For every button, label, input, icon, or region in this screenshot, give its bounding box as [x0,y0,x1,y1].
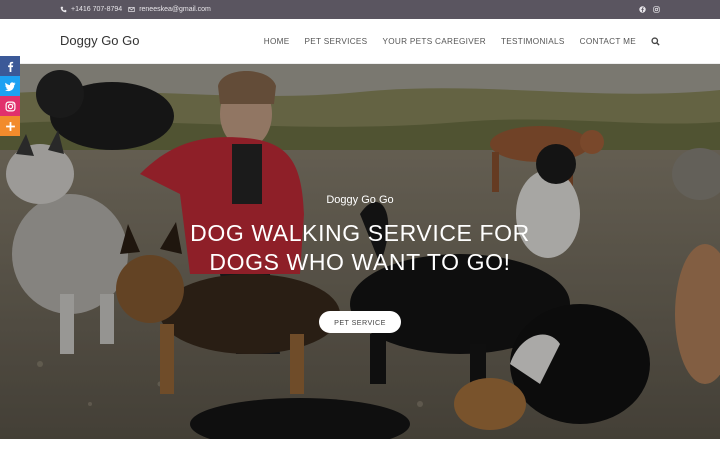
share-facebook-button[interactable] [0,56,20,76]
nav-home[interactable]: HOME [264,37,290,46]
share-twitter-button[interactable] [0,76,20,96]
hero-subtitle: Doggy Go Go [326,194,394,206]
nav-your-pets-caregiver[interactable]: YOUR PETS CAREGIVER [382,37,486,46]
envelope-icon [128,7,135,12]
share-instagram-button[interactable] [0,96,20,116]
main-navigation: HOME PET SERVICES YOUR PETS CAREGIVER TE… [249,19,660,64]
email-contact[interactable]: reneeskea@gmail.com [128,6,211,13]
contact-info: +1416 707-8794 reneeskea@gmail.com [60,0,211,19]
hero-headline-line-2: DOGS WHO WANT TO GO! [209,249,511,275]
phone-icon [60,6,67,13]
search-button[interactable] [651,37,660,46]
site-logo[interactable]: Doggy Go Go [60,33,140,48]
pet-service-button[interactable]: PET SERVICE [319,311,401,333]
topbar-social [639,0,660,19]
facebook-icon [7,61,13,72]
instagram-icon [4,100,16,112]
facebook-icon[interactable] [639,6,646,13]
share-more-button[interactable] [0,116,20,136]
instagram-icon[interactable] [653,6,660,13]
hero-headline-line-1: DOG WALKING SERVICE FOR [190,220,530,246]
phone-contact[interactable]: +1416 707-8794 [60,6,122,13]
email-address: reneeskea@gmail.com [139,6,211,13]
search-icon [651,37,660,46]
nav-testimonials[interactable]: TESTIMONIALS [501,37,565,46]
twitter-icon [4,81,16,91]
plus-icon [5,121,15,131]
hero-headline: DOG WALKING SERVICE FOR DOGS WHO WANT TO… [0,219,720,277]
page-below-fold [0,439,720,450]
social-share-bar [0,56,20,136]
nav-contact-me[interactable]: CONTACT ME [580,37,636,46]
hero-banner: Doggy Go Go DOG WALKING SERVICE FOR DOGS… [0,64,720,439]
phone-number: +1416 707-8794 [71,6,123,13]
site-header: Doggy Go Go HOME PET SERVICES YOUR PETS … [0,19,720,64]
top-contact-bar: +1416 707-8794 reneeskea@gmail.com [0,0,720,19]
nav-pet-services[interactable]: PET SERVICES [305,37,368,46]
